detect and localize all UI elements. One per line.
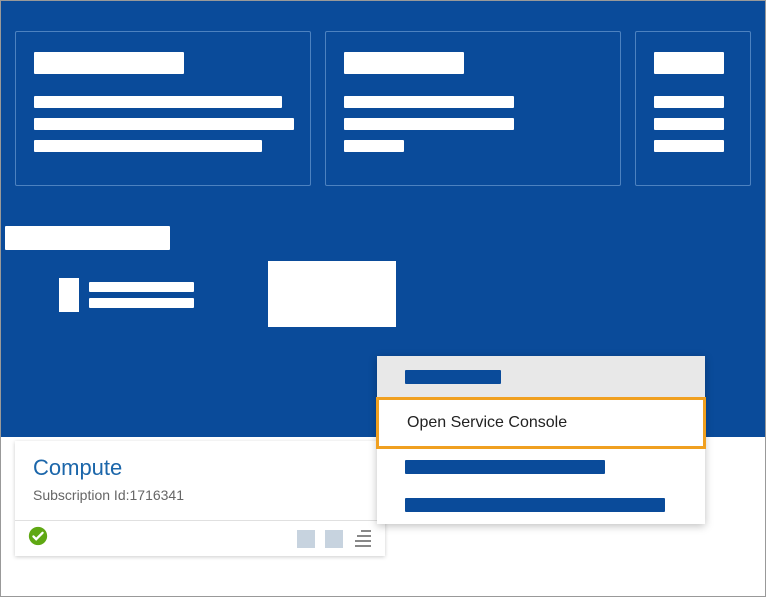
service-subscription: Subscription Id:1716341 — [33, 487, 367, 503]
menu-item-placeholder[interactable] — [377, 486, 705, 524]
subscription-label: Subscription Id: — [33, 487, 130, 503]
menu-item-placeholder[interactable] — [377, 448, 705, 486]
card-title-placeholder — [344, 52, 464, 74]
card-line-placeholder — [654, 96, 724, 108]
service-card-compute[interactable]: Compute Subscription Id:1716341 — [15, 441, 385, 556]
mid-item[interactable] — [59, 278, 194, 312]
section-title-placeholder — [5, 226, 170, 250]
service-title: Compute — [33, 455, 367, 481]
item-text-placeholder — [89, 282, 194, 308]
subscription-id: 1716341 — [130, 487, 185, 503]
menu-header-placeholder — [405, 370, 501, 384]
card-line-placeholder — [34, 118, 294, 130]
card-line-placeholder — [344, 140, 404, 152]
menu-item-open-service-console[interactable]: Open Service Console — [376, 397, 706, 449]
footer-action-placeholder[interactable] — [325, 530, 343, 548]
context-menu: Open Service Console — [377, 356, 705, 524]
center-visual-placeholder — [268, 261, 396, 327]
service-footer — [15, 520, 385, 556]
info-card[interactable] — [15, 31, 311, 186]
card-title-placeholder — [34, 52, 184, 74]
cards-row — [15, 31, 751, 186]
card-line-placeholder — [654, 140, 724, 152]
footer-actions — [297, 528, 373, 549]
info-card[interactable] — [325, 31, 621, 186]
card-title-placeholder — [654, 52, 724, 74]
status-ok-icon — [27, 525, 49, 552]
card-line-placeholder — [34, 96, 282, 108]
card-line-placeholder — [654, 118, 724, 130]
info-card[interactable] — [635, 31, 751, 186]
context-menu-header — [377, 356, 705, 398]
card-line-placeholder — [344, 118, 514, 130]
item-icon-placeholder — [59, 278, 79, 312]
mid-row — [15, 226, 751, 327]
footer-action-placeholder[interactable] — [297, 530, 315, 548]
mid-left-block — [15, 226, 194, 327]
menu-icon[interactable] — [353, 528, 373, 549]
card-line-placeholder — [344, 96, 514, 108]
card-line-placeholder — [34, 140, 262, 152]
mid-center-block — [268, 261, 396, 327]
